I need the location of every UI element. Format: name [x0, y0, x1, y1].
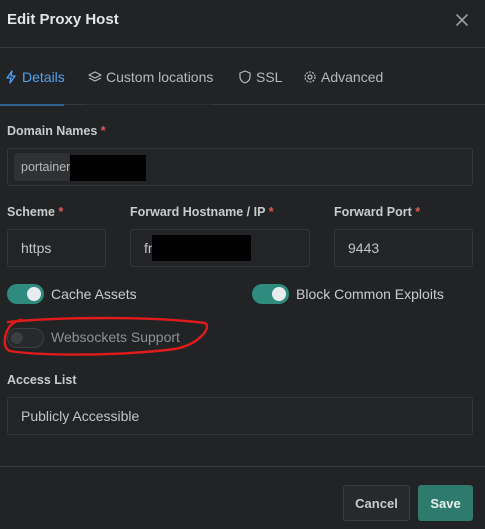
access-list-label: Access List	[7, 373, 77, 387]
required-mark: *	[58, 205, 64, 219]
websockets-toggle[interactable]	[7, 328, 44, 348]
edit-proxy-host-modal: Edit Proxy Host Details Custom locations…	[0, 0, 485, 529]
modal-header: Edit Proxy Host	[0, 0, 485, 48]
scheme-label: Scheme *	[7, 205, 64, 219]
forward-hostname-label: Forward Hostname / IP *	[130, 205, 274, 219]
shield-icon	[238, 70, 252, 84]
access-list-value: Publicly Accessible	[21, 408, 140, 424]
block-exploits-label: Block Common Exploits	[296, 286, 444, 302]
forward-port-label: Forward Port *	[334, 205, 421, 219]
block-exploits-toggle[interactable]	[252, 284, 289, 304]
forward-port-input[interactable]: 9443	[334, 229, 473, 267]
footer-divider	[0, 466, 485, 467]
tab-advanced[interactable]: Advanced	[303, 66, 383, 88]
access-list-select[interactable]: Publicly Accessible	[7, 397, 473, 435]
tab-label: SSL	[256, 69, 283, 85]
tab-ssl[interactable]: SSL	[238, 66, 282, 88]
forward-port-value: 9443	[348, 240, 380, 256]
tab-hover-indicator	[86, 104, 213, 105]
domain-names-label: Domain Names *	[7, 124, 106, 138]
websockets-label: Websockets Support	[51, 329, 180, 345]
tab-label: Advanced	[321, 69, 384, 85]
tab-label: Custom locations	[106, 69, 214, 85]
scheme-value: https	[21, 240, 52, 256]
required-mark: *	[268, 205, 274, 219]
domain-chip[interactable]: portainer	[14, 153, 70, 181]
tab-bar: Details Custom locations SSL Advanced	[0, 49, 485, 106]
active-tab-indicator	[0, 104, 64, 106]
redaction-block	[70, 155, 146, 181]
cancel-button[interactable]: Cancel	[343, 485, 410, 521]
modal-title: Edit Proxy Host	[7, 11, 119, 28]
domain-chip-text: portainer	[21, 160, 70, 174]
close-icon[interactable]	[451, 9, 473, 31]
tab-details[interactable]: Details	[4, 66, 65, 88]
required-mark: *	[100, 124, 106, 138]
redaction-block	[152, 235, 251, 261]
layers-icon	[88, 70, 102, 84]
gear-icon	[303, 70, 317, 84]
tab-custom-locations[interactable]: Custom locations	[88, 66, 213, 88]
scheme-input[interactable]: https	[7, 229, 106, 267]
lightning-icon	[4, 70, 18, 84]
cache-assets-label: Cache Assets	[51, 286, 137, 302]
tab-label: Details	[22, 69, 65, 85]
cache-assets-toggle[interactable]	[7, 284, 44, 304]
save-button[interactable]: Save	[418, 485, 473, 521]
required-mark: *	[415, 205, 421, 219]
